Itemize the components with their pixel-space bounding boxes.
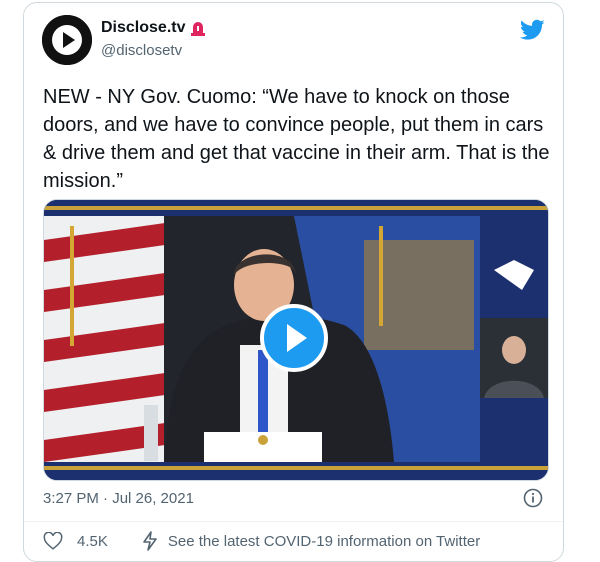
lightning-icon <box>143 531 157 551</box>
avatar[interactable] <box>42 15 92 65</box>
action-bar: 4.5K See the latest COVID-19 information… <box>43 531 548 551</box>
twitter-bird-icon[interactable] <box>520 19 545 41</box>
like-button[interactable]: 4.5K <box>43 532 108 550</box>
tweet-card[interactable]: Disclose.tv @disclosetv NEW - NY Gov. Cu… <box>23 2 564 562</box>
play-button[interactable] <box>260 304 328 372</box>
video-player[interactable] <box>43 199 549 481</box>
info-icon[interactable] <box>523 488 543 508</box>
like-count: 4.5K <box>77 532 108 550</box>
heart-icon <box>43 532 63 550</box>
display-name[interactable]: Disclose.tv <box>101 19 185 37</box>
siren-icon <box>191 22 206 36</box>
divider <box>24 521 563 522</box>
play-icon <box>287 324 307 352</box>
covid-info-link[interactable]: See the latest COVID-19 information on T… <box>142 531 480 551</box>
user-handle[interactable]: @disclosetv <box>101 42 182 59</box>
tweet-text: NEW - NY Gov. Cuomo: “We have to knock o… <box>43 86 550 192</box>
tweet-timestamp[interactable]: 3:27 PM · Jul 26, 2021 <box>43 490 194 507</box>
display-name-row[interactable]: Disclose.tv <box>101 19 206 37</box>
covid-info-text: See the latest COVID-19 information on T… <box>167 532 481 550</box>
play-logo-icon <box>42 15 92 65</box>
